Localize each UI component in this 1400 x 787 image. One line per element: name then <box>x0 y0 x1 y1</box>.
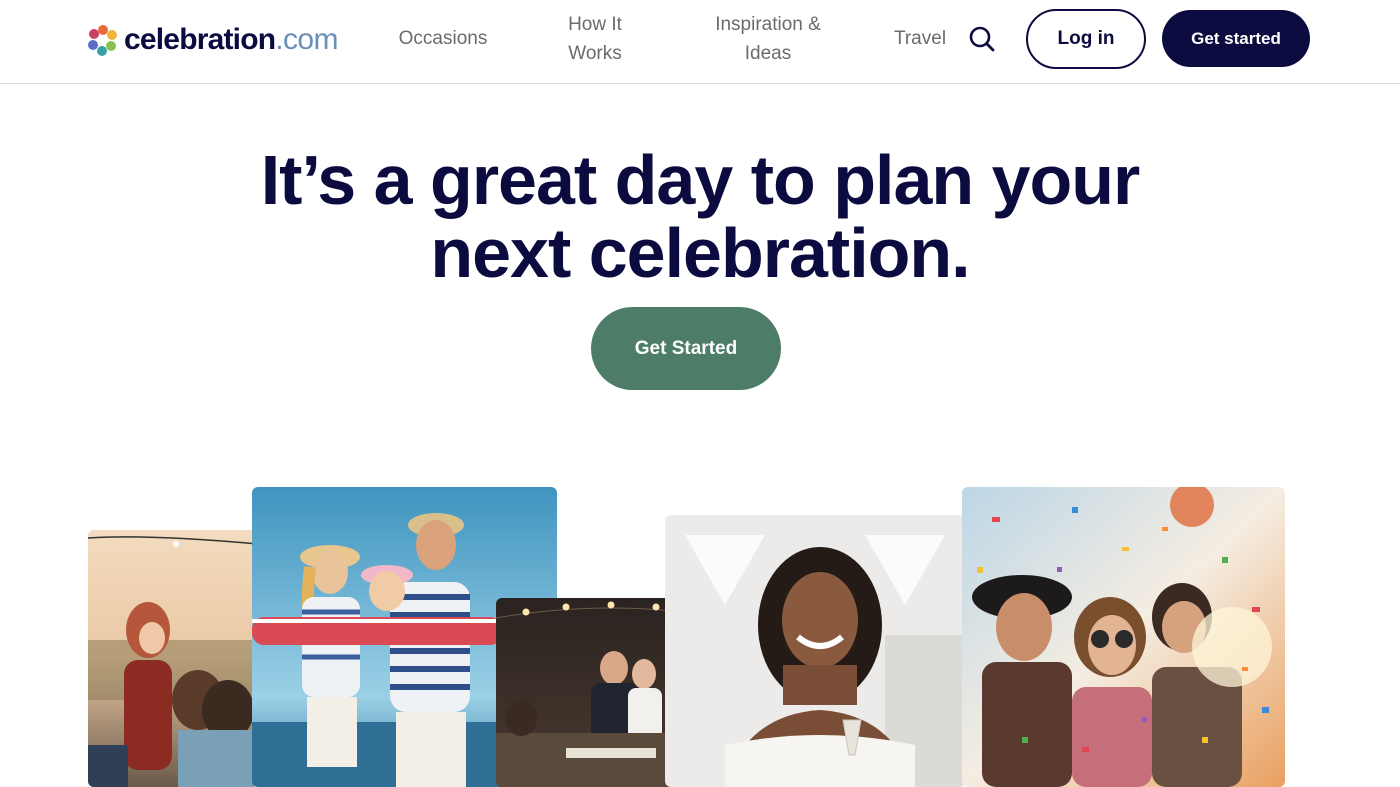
logo[interactable]: celebration .com <box>86 20 338 60</box>
search-icon <box>969 26 995 52</box>
hero-title: It’s a great day to plan your next celeb… <box>150 144 1250 290</box>
nav-inspiration-ideas[interactable]: Inspiration & Ideas <box>703 10 833 68</box>
logo-flower-icon <box>88 25 117 56</box>
confetti-party-photo <box>962 487 1285 787</box>
site-header: celebration .com Occasions How It Works … <box>0 0 1400 84</box>
hero-title-line2: next celebration. <box>430 214 970 292</box>
nav-how-it-works-line1: How It <box>568 14 622 35</box>
login-button[interactable]: Log in <box>1026 9 1146 69</box>
logo-name: celebration <box>124 23 276 56</box>
nav-occasions[interactable]: Occasions <box>392 24 494 53</box>
nav-how-it-works-line2: Works <box>568 43 622 64</box>
nav-how-it-works[interactable]: How It Works <box>554 10 636 68</box>
nav-travel[interactable]: Travel <box>888 24 952 53</box>
nav-inspiration-line1: Inspiration & <box>715 14 821 35</box>
logo-tld: .com <box>275 23 338 56</box>
header-get-started-button[interactable]: Get started <box>1162 10 1310 67</box>
search-button[interactable] <box>966 24 998 56</box>
outdoor-dinner-party-photo <box>88 530 258 787</box>
hero-title-line1: It’s a great day to plan your <box>260 141 1141 219</box>
smiling-woman-toast-photo <box>665 515 965 787</box>
nav-occasions-label: Occasions <box>398 28 488 49</box>
nav-inspiration-line2: Ideas <box>744 43 792 64</box>
nav-travel-label: Travel <box>893 28 947 49</box>
hero-get-started-button[interactable]: Get Started <box>591 307 781 390</box>
